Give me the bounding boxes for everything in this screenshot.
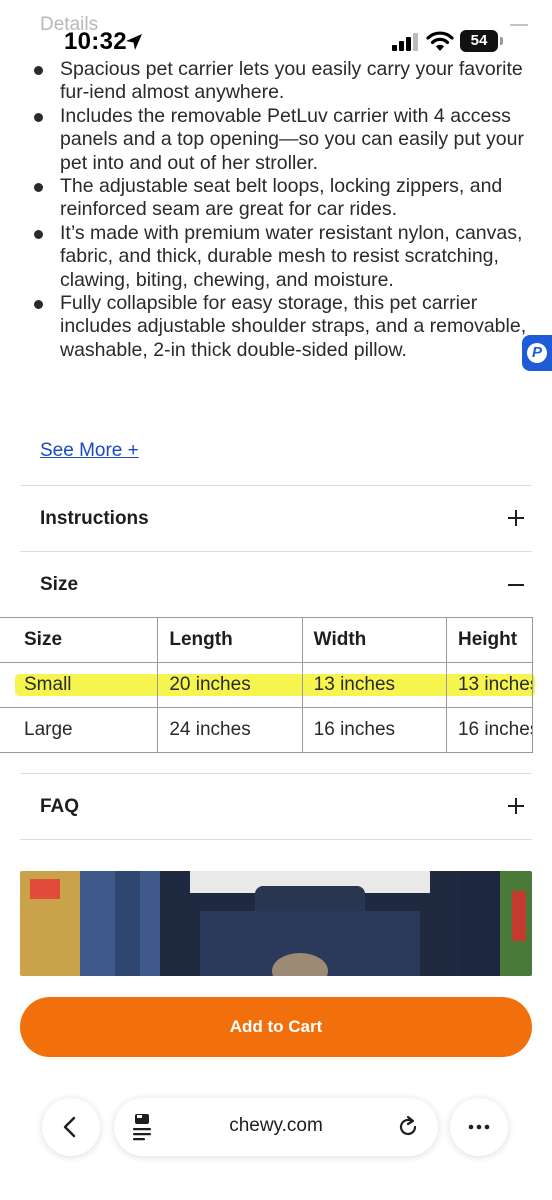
table-row: Large 24 inches 16 inches 16 inches [0,707,533,753]
table-cell: 16 inches [445,707,533,753]
details-bullet: The adjustable seat belt loops, locking … [28,175,528,222]
browser-more-button[interactable] [450,1098,508,1156]
table-cell: 24 inches [157,707,303,753]
expand-plus-icon[interactable] [508,798,524,814]
product-photo[interactable] [20,871,532,976]
paypal-badge[interactable]: P [522,335,552,371]
status-bar: Details 10:32 54 [0,0,552,60]
table-cell: 13 inches [301,662,447,708]
divider [20,551,532,552]
add-to-cart-button[interactable]: Add to Cart [20,997,532,1057]
table-cell: 16 inches [301,707,447,753]
details-bullet-list: Spacious pet carrier lets you easily car… [28,58,528,362]
column-header-width: Width [301,617,447,663]
column-header-size: Size [0,617,159,663]
accordion-size-label: Size [40,574,79,595]
divider [20,485,532,486]
address-bar[interactable]: chewy.com [114,1098,438,1156]
table-cell: Small [0,662,159,708]
expand-plus-icon[interactable] [508,510,524,526]
url-text[interactable]: chewy.com [114,1115,438,1137]
size-table: Size Length Width Height Small 20 inches… [0,617,533,753]
table-header-row: Size Length Width Height [0,617,533,663]
battery-level: 54 [460,30,498,52]
ghost-collapse-icon [510,24,528,26]
table-row: Small 20 inches 13 inches 13 inches [0,662,533,708]
cellular-signal-icon [392,33,418,51]
divider [20,773,532,774]
table-cell: Large [0,707,159,753]
column-header-height: Height [445,617,533,663]
see-more-link[interactable]: See More + [40,440,139,462]
more-dots-icon [468,1124,490,1130]
status-time: 10:32 [64,28,127,55]
wifi-icon [426,31,454,51]
collapse-minus-icon[interactable] [508,584,524,586]
battery-icon: 54 [460,30,504,52]
details-bullet: Includes the removable PetLuv carrier wi… [28,105,528,175]
table-cell: 20 inches [157,662,303,708]
browser-back-button[interactable] [42,1098,100,1156]
location-arrow-icon [126,34,142,50]
details-bullet: Spacious pet carrier lets you easily car… [28,58,528,105]
column-header-length: Length [157,617,303,663]
details-bullet: Fully collapsible for easy storage, this… [28,292,528,362]
table-cell: 13 inches [445,662,533,708]
accordion-faq-label: FAQ [40,796,80,817]
details-bullet: It’s made with premium water resistant n… [28,222,528,292]
chevron-left-icon [63,1116,76,1138]
accordion-instructions-label: Instructions [40,508,149,529]
divider [20,839,532,840]
paypal-icon: P [527,343,547,363]
reload-icon[interactable] [396,1115,420,1139]
pet-carrier-image [20,871,532,976]
